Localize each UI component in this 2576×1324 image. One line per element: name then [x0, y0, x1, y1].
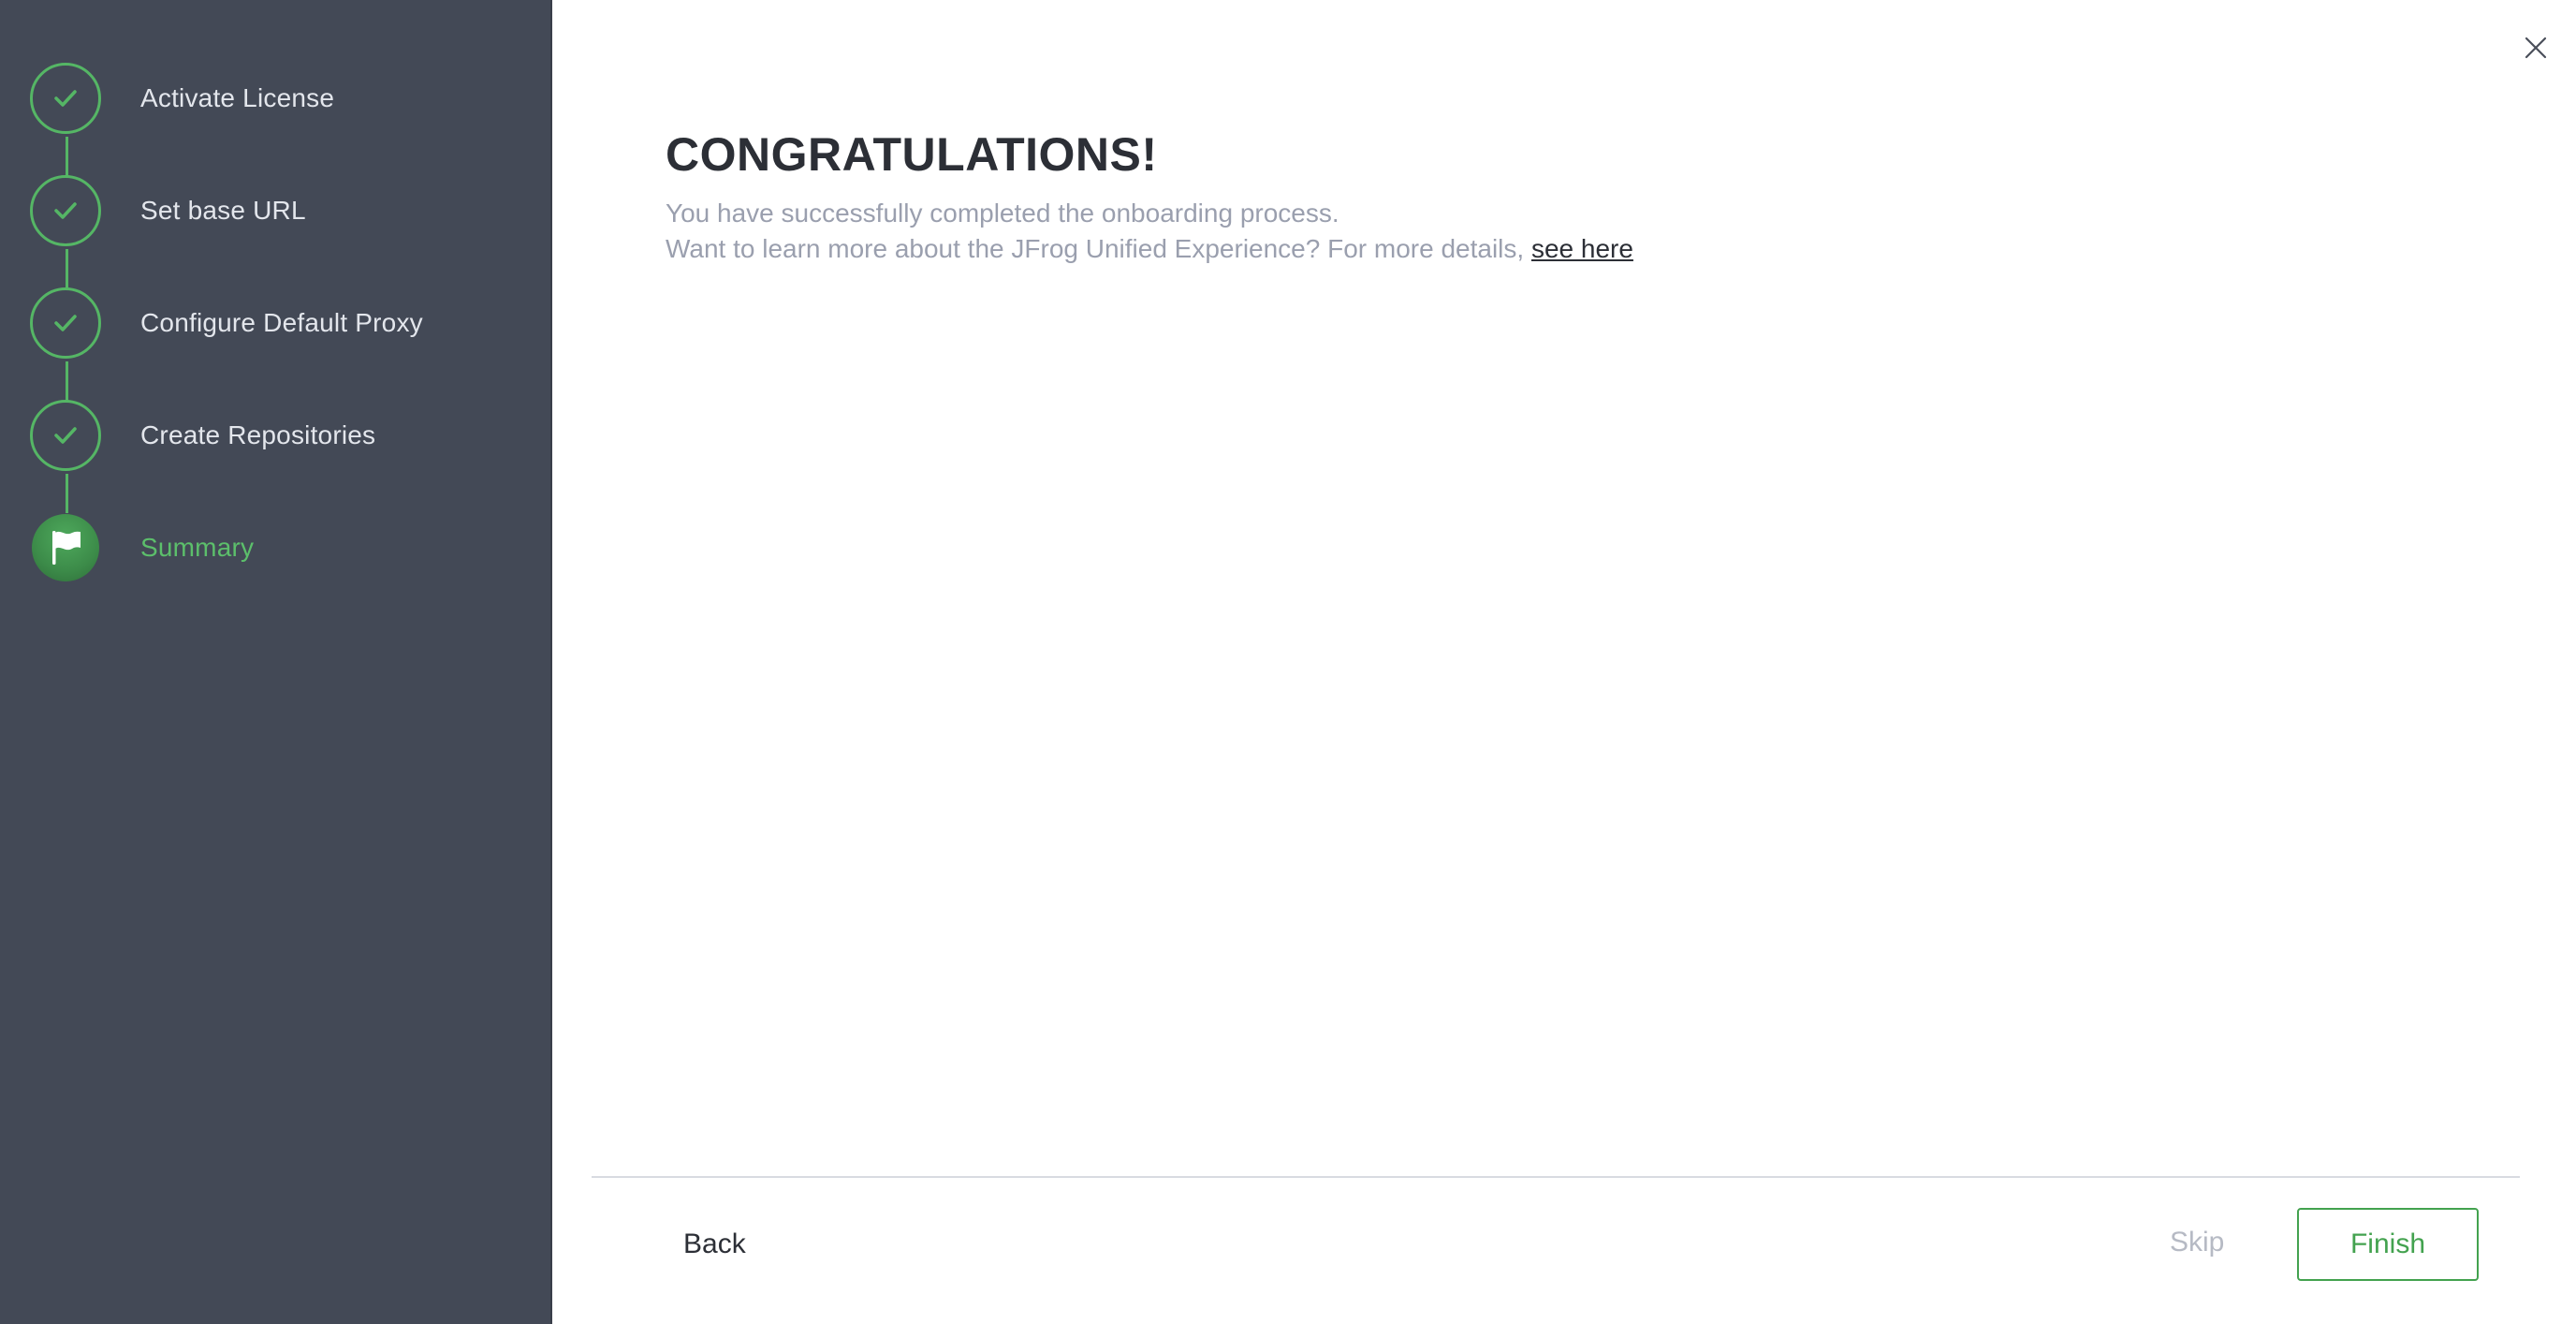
- see-here-link[interactable]: see here: [1531, 234, 1633, 263]
- step-label: Create Repositories: [140, 420, 376, 449]
- step-label: Activate License: [140, 83, 335, 112]
- step-label: Summary: [140, 533, 255, 562]
- check-icon: [30, 400, 101, 471]
- step-connector: [66, 474, 68, 513]
- step-create-repositories[interactable]: Create Repositories: [30, 397, 375, 474]
- page-title: CONGRATULATIONS!: [666, 128, 1158, 181]
- flag-icon: [32, 514, 99, 581]
- onboarding-wizard: Activate License Set base URL Configure …: [0, 0, 2576, 1324]
- step-connector: [66, 249, 68, 288]
- completion-message: You have successfully completed the onbo…: [666, 199, 1339, 228]
- skip-button[interactable]: Skip: [2170, 1227, 2224, 1258]
- check-icon: [30, 63, 101, 134]
- step-connector: [66, 137, 68, 176]
- learn-more-message: Want to learn more about the JFrog Unifi…: [666, 234, 1633, 264]
- step-label: Set base URL: [140, 196, 306, 225]
- back-button[interactable]: Back: [683, 1228, 746, 1260]
- learn-more-text: Want to learn more about the JFrog Unifi…: [666, 234, 1531, 263]
- check-icon: [30, 287, 101, 359]
- step-summary[interactable]: Summary: [30, 509, 254, 586]
- close-icon[interactable]: [2520, 32, 2552, 64]
- check-icon: [30, 175, 101, 246]
- step-set-base-url[interactable]: Set base URL: [30, 172, 306, 249]
- wizard-sidebar: Activate License Set base URL Configure …: [0, 0, 552, 1324]
- step-activate-license[interactable]: Activate License: [30, 60, 334, 137]
- wizard-content: CONGRATULATIONS! You have successfully c…: [554, 0, 2576, 1324]
- finish-button[interactable]: Finish: [2297, 1208, 2479, 1281]
- step-configure-default-proxy[interactable]: Configure Default Proxy: [30, 285, 423, 361]
- step-connector: [66, 361, 68, 401]
- step-label: Configure Default Proxy: [140, 308, 423, 337]
- footer-divider: [592, 1176, 2520, 1178]
